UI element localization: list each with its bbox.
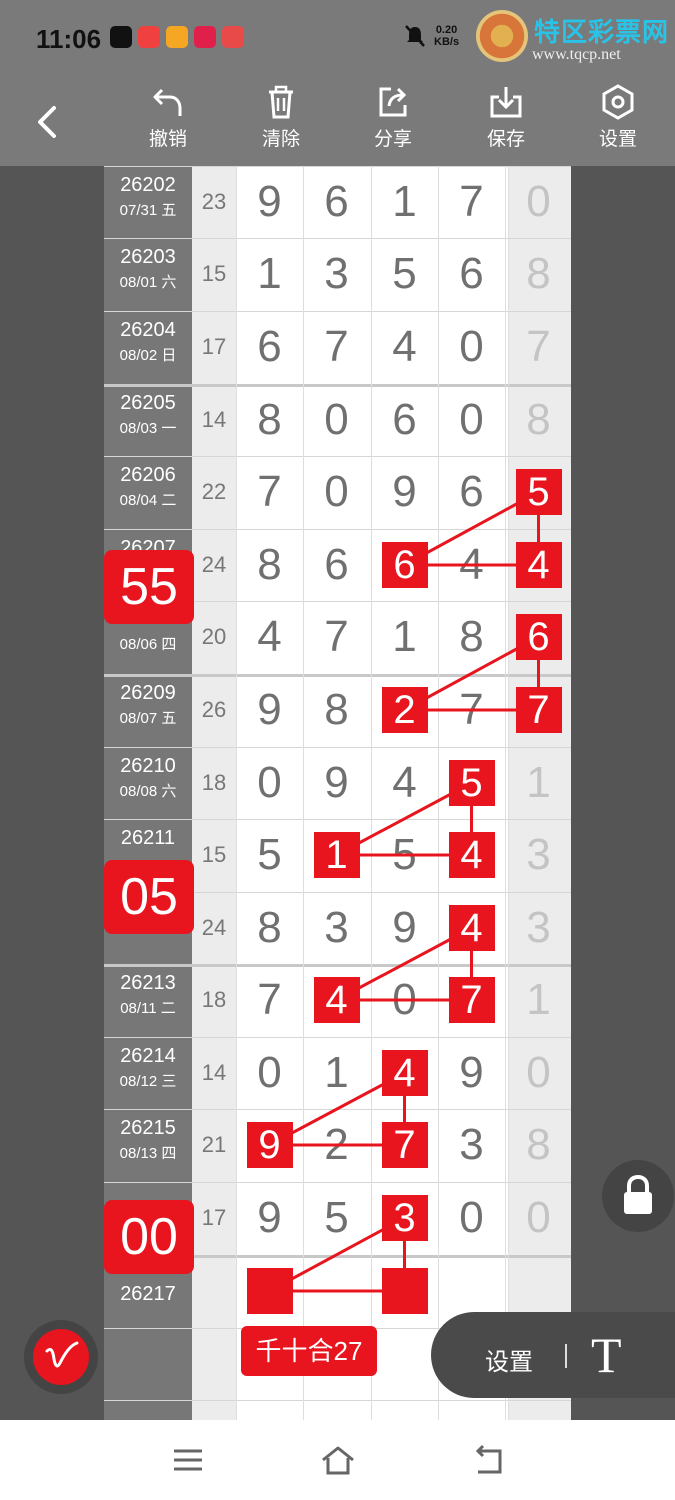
highlight-box[interactable]: 6	[515, 614, 562, 660]
highlight-box[interactable]: 7	[381, 1122, 428, 1168]
chevron-left-icon[interactable]	[30, 102, 64, 142]
status-bar: 11:06 0.20 KB/s 特区彩票网 www.tqcp.net	[0, 0, 675, 78]
highlight-box[interactable]: 5	[515, 469, 562, 515]
sum-tag[interactable]: 千十合27	[241, 1326, 377, 1376]
home-icon[interactable]	[320, 1442, 356, 1478]
calendar-app-icon	[222, 26, 244, 48]
download-icon	[490, 87, 522, 118]
highlight-box[interactable]: 7	[448, 977, 495, 1023]
highlight-box[interactable]: 3	[381, 1195, 428, 1241]
highlight-box[interactable]	[246, 1268, 293, 1314]
watermark-title: 特区彩票网	[534, 17, 670, 47]
highlight-box[interactable]: 7	[515, 687, 562, 733]
toolbar: 撤销 清除 分享 保存 设置	[0, 78, 675, 166]
status-time: 11:06	[36, 24, 102, 54]
back-nav-icon[interactable]	[470, 1442, 506, 1478]
app-icon-4	[194, 26, 216, 48]
highlight-box[interactable]: 4	[313, 977, 360, 1023]
pill-separator	[565, 1344, 567, 1368]
pair-tag-2[interactable]: 05	[104, 860, 194, 934]
highlight-box[interactable]: 4	[448, 905, 495, 951]
watermark-url: www.tqcp.net	[532, 46, 621, 63]
undo-button[interactable]: 撤销	[128, 84, 208, 164]
pen-button[interactable]	[24, 1320, 98, 1394]
pen-button-face	[33, 1329, 89, 1385]
share-button[interactable]: 分享	[353, 84, 433, 164]
settings-label: 设置	[598, 129, 637, 150]
clear-button[interactable]: 清除	[241, 84, 321, 164]
highlight-box[interactable]: 5	[448, 760, 495, 806]
pair-tag-3[interactable]: 00	[104, 1200, 194, 1274]
lock-icon	[624, 1174, 652, 1214]
mute-bell-icon	[405, 25, 425, 47]
navigation-bar	[0, 1420, 675, 1500]
trash-icon	[269, 85, 293, 119]
pill-settings-button[interactable]: 设置	[485, 1342, 533, 1377]
highlight-box[interactable]	[381, 1268, 428, 1314]
net-speed-unit: KB/s	[434, 36, 460, 48]
status-right: 0.20 KB/s	[404, 24, 459, 48]
save-button[interactable]: 保存	[466, 84, 546, 164]
settings-button[interactable]: 设置	[578, 84, 658, 164]
highlight-box[interactable]: 1	[313, 832, 360, 878]
status-app-icons	[110, 26, 244, 48]
settings-pill: 设置 T	[431, 1312, 675, 1398]
share-icon	[379, 87, 407, 117]
hexagon-settings-icon	[602, 84, 634, 120]
highlight-box[interactable]: 4	[515, 542, 562, 588]
menu-icon[interactable]	[170, 1442, 206, 1478]
app-icon-2	[138, 26, 160, 48]
highlight-box[interactable]: 9	[246, 1122, 293, 1168]
watermark-logo-icon	[476, 10, 528, 62]
net-speed-value: 0.20	[435, 24, 458, 36]
net-speed: 0.20 KB/s	[434, 24, 459, 48]
highlight-box[interactable]: 4	[381, 1050, 428, 1096]
highlight-box[interactable]: 6	[381, 542, 428, 588]
tiktok-app-icon	[110, 26, 132, 48]
save-label: 保存	[486, 129, 525, 150]
highlight-box[interactable]: 2	[381, 687, 428, 733]
undo-icon	[153, 88, 182, 116]
clear-label: 清除	[261, 129, 300, 150]
watermark: 特区彩票网 www.tqcp.net	[476, 10, 671, 70]
highlight-box[interactable]: 4	[448, 832, 495, 878]
share-label: 分享	[373, 129, 412, 150]
pair-tag-1[interactable]: 55	[104, 550, 194, 624]
app-icon-3	[166, 26, 188, 48]
undo-label: 撤销	[148, 129, 187, 150]
text-tool-button[interactable]: T	[591, 1326, 622, 1384]
lock-button[interactable]	[602, 1160, 674, 1232]
pen-icon	[45, 1341, 79, 1368]
